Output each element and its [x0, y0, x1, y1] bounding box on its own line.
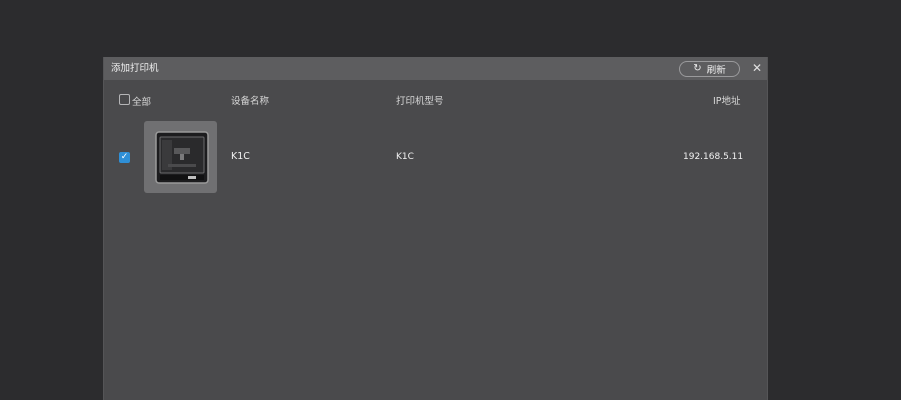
add-printer-dialog: 添加打印机 ↻ 刷新 ✕ 全部 设备名称 打印机型号 IP地址 ✓ K1C K1…: [103, 57, 768, 400]
column-header-device-name: 设备名称: [231, 96, 270, 107]
dialog-titlebar: 添加打印机 ↻ 刷新 ✕: [104, 57, 767, 80]
3d-printer-icon: [155, 131, 209, 184]
select-all-checkbox[interactable]: [119, 94, 130, 105]
table-row[interactable]: ✓ K1C K1C 192.168.5.11: [104, 121, 767, 193]
select-all-label: 全部: [132, 97, 152, 108]
row-checkbox[interactable]: ✓: [119, 152, 130, 163]
dialog-title: 添加打印机: [111, 63, 159, 74]
column-header-printer-model: 打印机型号: [396, 96, 444, 107]
cell-ip-address: 192.168.5.11: [683, 152, 744, 162]
printer-thumbnail: [144, 121, 217, 193]
check-icon: ✓: [120, 152, 129, 162]
refresh-button[interactable]: ↻ 刷新: [679, 61, 740, 77]
cell-printer-model: K1C: [396, 152, 414, 162]
column-header-ip-address: IP地址: [713, 96, 741, 107]
cell-device-name: K1C: [231, 151, 250, 162]
refresh-icon: ↻: [693, 63, 702, 74]
table-header: 全部 设备名称 打印机型号 IP地址: [104, 92, 767, 108]
refresh-label: 刷新: [706, 65, 726, 76]
close-icon[interactable]: ✕: [750, 61, 764, 75]
